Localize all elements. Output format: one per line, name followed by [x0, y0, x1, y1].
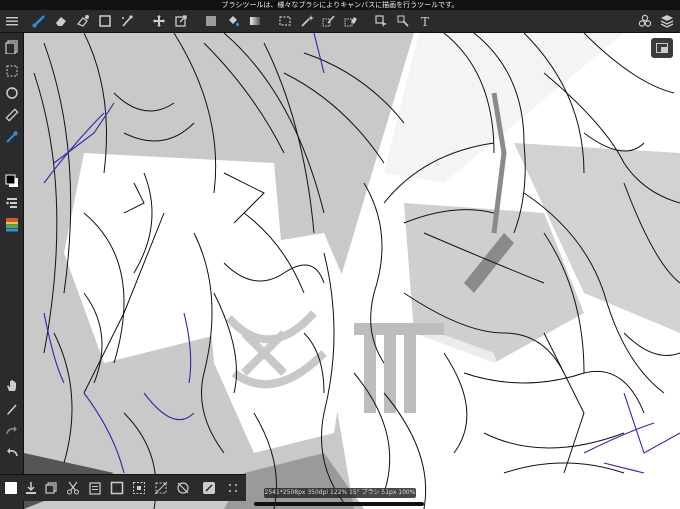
deselect-icon[interactable]: [152, 479, 170, 497]
bucket-icon[interactable]: [224, 12, 242, 30]
left-toolbar: [0, 33, 24, 509]
brush-icon[interactable]: [30, 12, 48, 30]
color-square-icon[interactable]: [2, 479, 20, 497]
eyedropper-icon[interactable]: [2, 127, 21, 146]
text-icon[interactable]: T: [416, 12, 434, 30]
redo-icon[interactable]: [2, 421, 21, 440]
hand-icon[interactable]: [2, 375, 21, 394]
select-pen-icon[interactable]: [320, 12, 338, 30]
shape-icon[interactable]: [96, 12, 114, 30]
menu-icon[interactable]: [3, 12, 21, 30]
cut-icon[interactable]: [64, 479, 82, 497]
magic-wand-icon[interactable]: [298, 12, 316, 30]
filter-icon[interactable]: [118, 12, 136, 30]
smudge-icon[interactable]: [74, 12, 92, 30]
select-eraser-icon[interactable]: [342, 12, 360, 30]
canvas-icon[interactable]: [108, 479, 126, 497]
canvas-info-text: 2541*2508px 350dpi 122% 15° ブラシ 51px 100…: [264, 489, 416, 496]
fill-icon[interactable]: [202, 12, 220, 30]
eyedropper-tool-icon[interactable]: [394, 12, 412, 30]
pen-settings-icon[interactable]: [200, 479, 218, 497]
bottom-toolbar: [0, 474, 246, 501]
top-toolbar: T: [0, 10, 680, 33]
paste-icon[interactable]: [86, 479, 104, 497]
brush-size-icon[interactable]: [2, 193, 21, 212]
canvas-info-bar: 2541*2508px 350dpi 122% 15° ブラシ 51px 100…: [264, 488, 416, 498]
copy-layer-icon[interactable]: [42, 479, 60, 497]
select-icon[interactable]: [276, 12, 294, 30]
materials-icon[interactable]: [636, 12, 654, 30]
status-bar: ブラシツールは、様々なブラシによりキャンバスに描画を行うツールです。: [0, 0, 680, 10]
layers-icon[interactable]: [658, 12, 676, 30]
svg-text:T: T: [421, 15, 429, 28]
eraser-icon[interactable]: [52, 12, 70, 30]
ruler-icon[interactable]: [2, 105, 21, 124]
select-layer-icon[interactable]: [372, 12, 390, 30]
rotate-icon[interactable]: [2, 83, 21, 102]
transform-icon[interactable]: [172, 12, 190, 30]
sketch-artwork: [24, 33, 680, 509]
gradient-icon[interactable]: [246, 12, 264, 30]
selection-icon[interactable]: [2, 61, 21, 80]
import-icon[interactable]: [22, 479, 40, 497]
move-icon[interactable]: [150, 12, 168, 30]
home-indicator: [254, 502, 424, 506]
select-all-icon[interactable]: [130, 479, 148, 497]
tool-hint-text: ブラシツールは、様々なブラシによりキャンバスに描画を行うツールです。: [221, 1, 459, 9]
navigator-button[interactable]: [651, 38, 673, 58]
undo-icon[interactable]: [2, 443, 21, 462]
more-icon[interactable]: [224, 479, 242, 497]
color-swatch-icon[interactable]: [2, 171, 21, 190]
drawing-canvas[interactable]: [24, 33, 680, 509]
snap-icon[interactable]: [174, 479, 192, 497]
layers-panel-icon[interactable]: [2, 37, 21, 56]
pen-mode-icon[interactable]: [2, 399, 21, 418]
palette-icon[interactable]: [2, 215, 21, 234]
